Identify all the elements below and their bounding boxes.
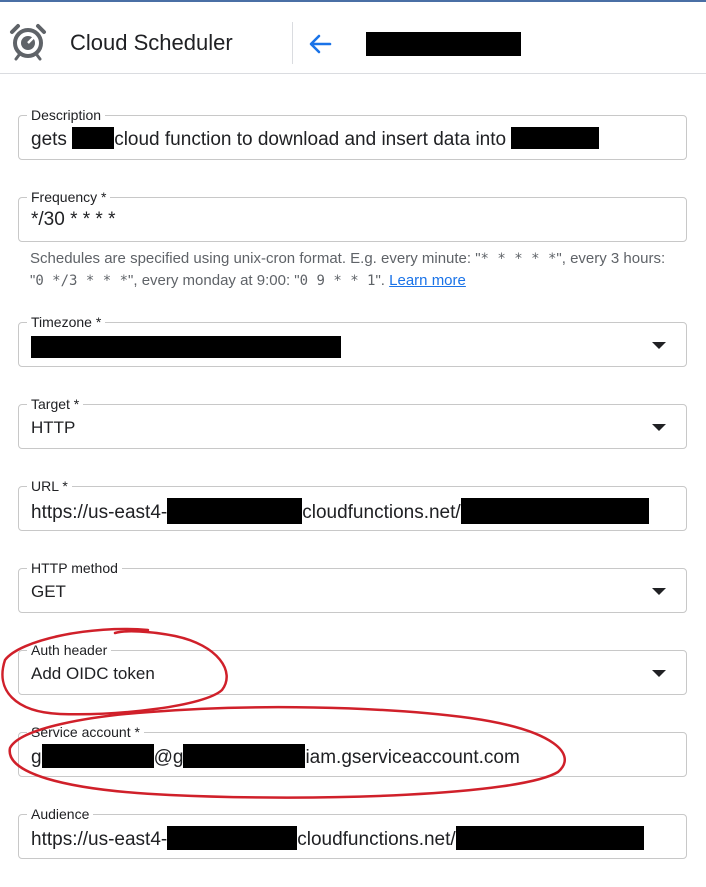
target-label: Target * <box>27 395 84 413</box>
dropdown-arrow-icon[interactable] <box>652 670 666 677</box>
alarm-clock-icon <box>10 24 46 61</box>
service-account-prefix: g <box>31 747 42 768</box>
target-select[interactable]: Target * HTTP <box>18 395 687 449</box>
header-divider <box>292 22 293 64</box>
url-value[interactable]: https://us-east4- cloudfunctions.net/ <box>31 498 649 524</box>
service-account-value[interactable]: g @g iam.gserviceaccount.com <box>31 744 520 769</box>
service-account-label: Service account * <box>27 723 144 741</box>
frequency-helper-text: Schedules are specified using unix-cron … <box>30 248 670 292</box>
url-label: URL * <box>27 477 72 495</box>
audience-field[interactable]: Audience https://us-east4- cloudfunctions… <box>18 805 687 859</box>
http-method-select[interactable]: HTTP method GET <box>18 559 687 613</box>
helper-text-part: Schedules are specified using unix-cron … <box>30 250 481 267</box>
frequency-value[interactable]: */30 * * * * <box>31 209 116 231</box>
description-text-prefix: gets <box>31 129 73 150</box>
service-account-field[interactable]: Service account * g @g iam.gserviceaccount… <box>18 723 687 777</box>
redacted-text <box>167 498 303 524</box>
redacted-text <box>183 744 306 768</box>
description-field[interactable]: Description gets cloud function to downl… <box>18 106 687 160</box>
learn-more-link[interactable]: Learn more <box>389 272 466 289</box>
auth-header-select[interactable]: Auth header Add OIDC token <box>18 641 687 695</box>
redacted-timezone-value <box>31 336 341 358</box>
url-prefix: https://us-east4- <box>31 502 168 523</box>
redacted-text <box>72 127 115 149</box>
timezone-select[interactable]: Timezone * <box>18 313 687 367</box>
dropdown-arrow-icon[interactable] <box>652 342 666 349</box>
dropdown-arrow-icon[interactable] <box>652 588 666 595</box>
app-title: Cloud Scheduler <box>70 30 233 55</box>
audience-value[interactable]: https://us-east4- cloudfunctions.net/ <box>31 826 644 851</box>
auth-header-value: Add OIDC token <box>31 664 155 683</box>
redacted-text <box>455 826 644 850</box>
frequency-field[interactable]: Frequency * */30 * * * * <box>18 188 687 242</box>
redacted-text <box>41 744 154 768</box>
redacted-text <box>511 127 600 149</box>
description-label: Description <box>27 106 106 124</box>
redacted-text <box>167 826 298 850</box>
auth-header-label: Auth header <box>27 641 112 659</box>
service-account-domain: iam.gserviceaccount.com <box>305 747 520 768</box>
top-bar: Cloud Scheduler <box>0 0 706 74</box>
redacted-job-name <box>366 32 521 56</box>
cron-example: 0 9 * * 1 <box>299 273 376 289</box>
http-method-value: GET <box>31 582 66 601</box>
back-arrow-icon[interactable] <box>306 30 334 58</box>
timezone-label: Timezone * <box>27 313 106 331</box>
frequency-label: Frequency * <box>27 188 111 206</box>
dropdown-arrow-icon[interactable] <box>652 424 666 431</box>
cron-example: 0 */3 * * * <box>35 273 129 289</box>
audience-prefix: https://us-east4- <box>31 829 168 850</box>
helper-text-part: ", every monday at 9:00: " <box>128 272 300 289</box>
service-account-at: @g <box>153 747 184 768</box>
helper-text-part: ". <box>375 272 390 289</box>
url-field[interactable]: URL * https://us-east4- cloudfunctions.ne… <box>18 477 687 531</box>
http-method-label: HTTP method <box>27 559 122 577</box>
audience-domain: cloudfunctions.net/ <box>297 829 456 850</box>
description-text-middle: cloud function to download and insert da… <box>114 129 512 150</box>
url-domain: cloudfunctions.net/ <box>302 502 461 523</box>
target-value: HTTP <box>31 418 76 437</box>
cron-example: * * * * * <box>480 251 557 267</box>
audience-label: Audience <box>27 805 94 823</box>
description-value[interactable]: gets cloud function to download and inse… <box>31 127 600 151</box>
redacted-text <box>460 498 649 524</box>
